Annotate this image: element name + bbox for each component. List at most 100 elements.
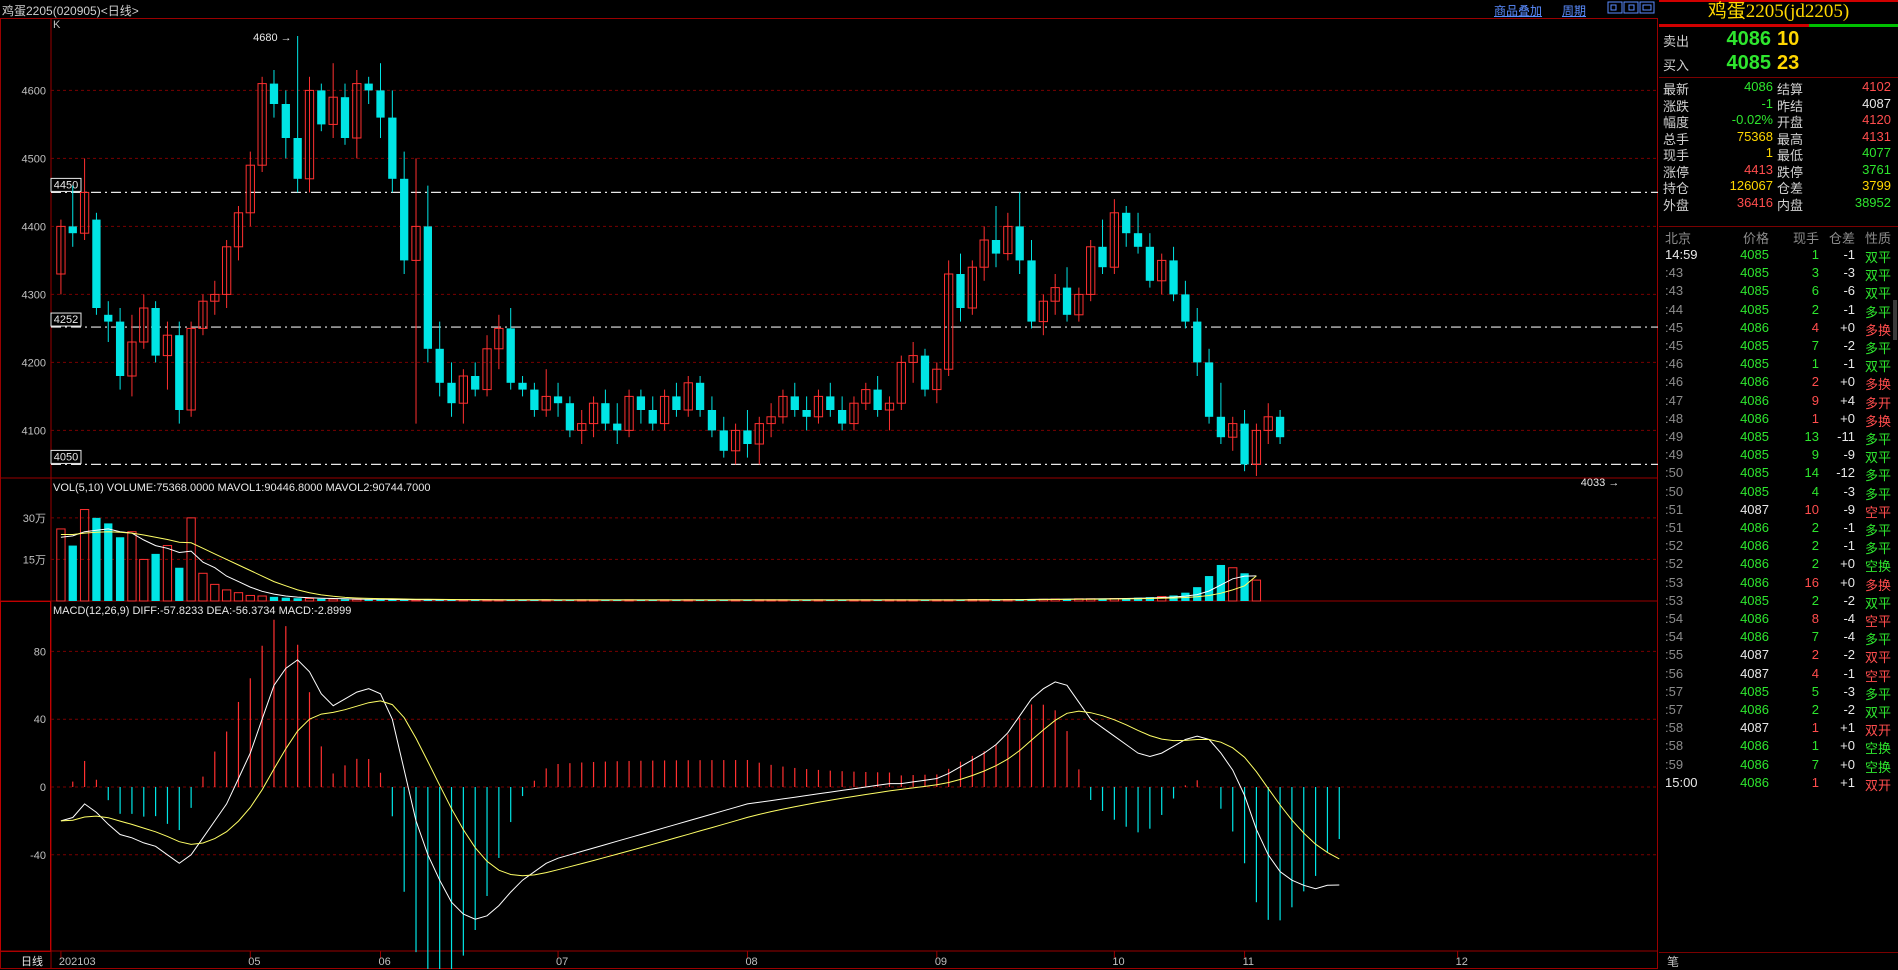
volume-tick-label: 30万 xyxy=(23,513,46,525)
tick-time: :58 xyxy=(1665,720,1684,736)
tick-row[interactable]: :45 4085 7 -2 多平 xyxy=(1659,338,1898,357)
tick-row[interactable]: :55 4087 2 -2 双平 xyxy=(1659,647,1898,666)
tick-row[interactable]: :53 4085 2 -2 双平 xyxy=(1659,593,1898,612)
tick-time: :53 xyxy=(1665,592,1684,608)
tick-row[interactable]: :59 4086 7 +0 空换 xyxy=(1659,757,1898,776)
tick-oi-change: -1 xyxy=(1843,247,1855,262)
window-control-icons[interactable] xyxy=(1607,1,1655,15)
tick-row[interactable]: :54 4086 8 -4 空平 xyxy=(1659,611,1898,630)
tick-nature: 多换 xyxy=(1865,413,1892,429)
tick-row[interactable]: :53 4086 16 +0 多换 xyxy=(1659,575,1898,594)
tick-volume: 3 xyxy=(1811,265,1819,281)
sell-buy-ratio-red xyxy=(1659,24,1809,27)
tick-row[interactable]: :56 4087 4 -1 空平 xyxy=(1659,666,1898,685)
tick-time: 14:59 xyxy=(1665,247,1698,262)
candle-body xyxy=(151,308,160,356)
tick-row[interactable]: :57 4086 2 -2 双平 xyxy=(1659,702,1898,721)
tick-volume: 16 xyxy=(1804,574,1819,590)
volume-bar xyxy=(56,528,66,602)
tab-bi[interactable]: 笔 xyxy=(1667,953,1679,970)
field-value: 126067 xyxy=(1729,178,1773,193)
overlay-link[interactable]: 商品叠加 xyxy=(1494,2,1542,19)
reference-label: 4450 xyxy=(54,179,78,191)
tick-time: :48 xyxy=(1665,410,1684,426)
dea-line xyxy=(60,700,1340,877)
candle-body xyxy=(317,90,326,125)
chart-area[interactable]: 4100 4200 4300 4400 4500 4600 K 4450 4252 4050 468… xyxy=(0,18,1658,969)
field-value: -1 xyxy=(1761,95,1773,111)
tick-row[interactable]: :43 4085 3 -3 双平 xyxy=(1659,265,1898,284)
tick-nature: 空换 xyxy=(1865,559,1892,575)
tick-row[interactable]: :50 4085 4 -3 多平 xyxy=(1659,484,1898,503)
tick-volume: 2 xyxy=(1811,520,1819,535)
tick-row[interactable]: :52 4086 2 +0 空换 xyxy=(1659,556,1898,575)
tick-row[interactable]: :49 4085 9 -9 双平 xyxy=(1659,447,1898,466)
tick-row[interactable]: :57 4085 5 -3 多平 xyxy=(1659,684,1898,703)
field-value: 75368 xyxy=(1736,128,1773,144)
tick-nature: 空平 xyxy=(1865,668,1892,684)
tick-row[interactable]: 15:00 4086 1 +1 双开 xyxy=(1659,775,1898,794)
candle-body xyxy=(672,396,681,410)
volume-bar xyxy=(245,594,255,602)
candle-body xyxy=(1145,246,1155,281)
tick-time: :54 xyxy=(1665,611,1684,626)
field-value: 36416 xyxy=(1736,194,1773,210)
tick-row[interactable]: :46 4086 2 +0 多换 xyxy=(1659,374,1898,393)
tick-volume: 4 xyxy=(1811,665,1819,681)
tick-row[interactable]: :44 4085 2 -1 多平 xyxy=(1659,302,1898,321)
tick-volume: 9 xyxy=(1811,392,1819,408)
price-tick-label: 4400 xyxy=(22,221,46,233)
volume-bar xyxy=(364,599,373,601)
tick-time: 15:00 xyxy=(1665,774,1698,790)
period-link[interactable]: 周期 xyxy=(1562,2,1586,19)
tick-row[interactable]: :46 4085 1 -1 双平 xyxy=(1659,356,1898,375)
tick-volume: 14 xyxy=(1804,465,1819,481)
tick-row[interactable]: :58 4086 1 +0 空换 xyxy=(1659,738,1898,757)
tick-nature: 双平 xyxy=(1865,705,1892,720)
tick-oi-change: +0 xyxy=(1840,738,1855,754)
tick-volume: 1 xyxy=(1811,247,1819,262)
quote-field-row: 涨停 4413 跌停 3761 xyxy=(1659,162,1898,180)
tick-scrollbar[interactable] xyxy=(1893,300,1897,340)
candle-body xyxy=(1062,287,1072,315)
tick-nature: 多平 xyxy=(1865,341,1892,356)
tick-oi-change: -6 xyxy=(1843,283,1855,299)
mavol1-line xyxy=(60,528,1257,601)
volume-bar xyxy=(269,596,279,601)
tick-row[interactable]: :51 4087 10 -9 空平 xyxy=(1659,502,1898,521)
tick-row[interactable]: :50 4085 14 -12 多平 xyxy=(1659,465,1898,484)
candle-body xyxy=(743,430,752,444)
tick-nature: 双平 xyxy=(1865,286,1892,302)
tick-time: :57 xyxy=(1665,702,1684,717)
tick-row[interactable]: :58 4087 1 +1 双开 xyxy=(1659,720,1898,739)
tick-row[interactable]: :43 4085 6 -6 双平 xyxy=(1659,283,1898,302)
candle-body xyxy=(530,389,539,410)
volume-bar xyxy=(198,572,208,602)
tick-price: 4086 xyxy=(1740,574,1769,590)
mavol2-line xyxy=(60,531,1257,601)
tick-row[interactable]: 14:59 4085 1 -1 双平 xyxy=(1659,247,1898,266)
volume-bar xyxy=(233,592,244,602)
field-value: 4077 xyxy=(1862,145,1891,160)
tick-row[interactable]: :45 4086 4 +0 多换 xyxy=(1659,320,1898,339)
field-value: 4086 xyxy=(1744,79,1773,94)
candle-body xyxy=(873,389,882,410)
tick-row[interactable]: :52 4086 2 -1 多平 xyxy=(1659,538,1898,557)
tick-oi-change: +0 xyxy=(1840,410,1855,426)
volume-bar xyxy=(175,567,184,601)
tick-row[interactable]: :49 4085 13 -11 多平 xyxy=(1659,429,1898,448)
window-buttons[interactable] xyxy=(1607,1,1655,18)
kline-chart-svg[interactable]: 4100 4200 4300 4400 4500 4600 K 4450 4252 4050 468… xyxy=(0,18,1658,969)
tick-row[interactable]: :48 4086 1 +0 多换 xyxy=(1659,411,1898,430)
candle-body xyxy=(601,403,610,424)
contract-name: 鸡蛋2205(jd2205) xyxy=(1707,1,1850,22)
tick-price: 4086 xyxy=(1740,702,1769,717)
volume-bar xyxy=(293,598,302,601)
tick-volume: 1 xyxy=(1811,410,1819,426)
volume-bar xyxy=(127,531,137,602)
tick-row[interactable]: :47 4086 9 +4 多开 xyxy=(1659,393,1898,412)
tick-row[interactable]: :54 4086 7 -4 多平 xyxy=(1659,629,1898,648)
tick-oi-change: -3 xyxy=(1843,265,1855,281)
tick-row[interactable]: :51 4086 2 -1 多平 xyxy=(1659,520,1898,539)
tick-time: :49 xyxy=(1665,447,1684,463)
